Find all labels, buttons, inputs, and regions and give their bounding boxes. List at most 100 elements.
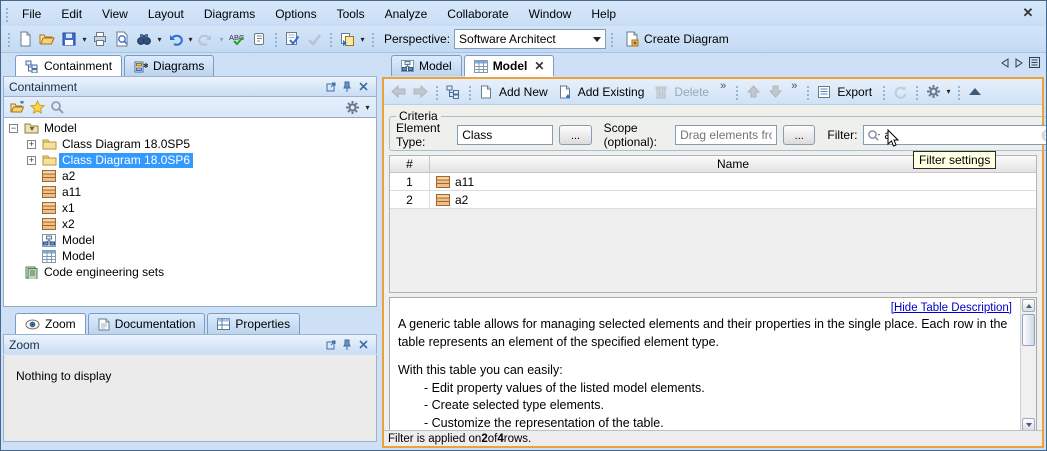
column-header-number[interactable]: # xyxy=(390,156,430,172)
redo-dropdown-icon[interactable]: ▾ xyxy=(217,28,226,50)
menu-view[interactable]: View xyxy=(92,4,138,24)
search-tree-icon[interactable] xyxy=(48,98,66,116)
print-icon[interactable] xyxy=(89,28,111,50)
menu-edit[interactable]: Edit xyxy=(51,4,92,24)
toolbar-overflow-icon[interactable]: » xyxy=(720,79,726,93)
favorites-star-icon[interactable] xyxy=(28,98,46,116)
description-scrollbar[interactable] xyxy=(1020,298,1036,432)
expand-expander-icon[interactable]: + xyxy=(27,156,36,165)
menu-window[interactable]: Window xyxy=(519,4,582,24)
tab-scroll-left-icon[interactable] xyxy=(1001,58,1009,68)
scope-field[interactable] xyxy=(675,125,777,145)
filter-input[interactable] xyxy=(882,128,1041,142)
add-new-icon[interactable] xyxy=(475,81,497,103)
undo-dropdown-icon[interactable]: ▾ xyxy=(186,28,195,50)
menu-collaborate[interactable]: Collaborate xyxy=(437,4,518,24)
menu-diagrams[interactable]: Diagrams xyxy=(194,4,265,24)
menu-help[interactable]: Help xyxy=(581,4,626,24)
toolbar-grip[interactable] xyxy=(881,84,886,100)
hide-table-description-link[interactable]: [Hide Table Description] xyxy=(891,302,1012,314)
collapse-expander-icon[interactable]: − xyxy=(9,124,18,133)
scope-browse-button[interactable]: ... xyxy=(783,125,815,145)
menu-options[interactable]: Options xyxy=(265,4,326,24)
toolbar-grip[interactable] xyxy=(273,31,278,47)
scroll-up-icon[interactable] xyxy=(1022,299,1035,312)
new-project-icon[interactable] xyxy=(14,28,36,50)
menu-analyze[interactable]: Analyze xyxy=(375,4,438,24)
toolbar-overflow-icon[interactable]: » xyxy=(791,79,797,93)
gear-icon[interactable] xyxy=(343,98,361,116)
tab-zoom[interactable]: Zoom xyxy=(15,313,86,334)
toolbar-grip[interactable] xyxy=(609,31,614,47)
tab-diagrams[interactable]: ✱ Diagrams xyxy=(124,55,214,76)
forward-icon[interactable] xyxy=(409,81,431,103)
save-icon[interactable] xyxy=(58,28,80,50)
tree-item-model-table[interactable]: Model xyxy=(4,248,376,264)
clear-filter-icon[interactable] xyxy=(1041,129,1047,142)
export-icon[interactable] xyxy=(813,81,835,103)
toolbar-grip[interactable] xyxy=(370,31,375,47)
tree-item-class-diagram-sp5[interactable]: + Class Diagram 18.0SP5 xyxy=(4,136,376,152)
element-type-browse-button[interactable]: ... xyxy=(559,125,591,145)
scroll-thumb[interactable] xyxy=(1022,314,1035,346)
tab-list-icon[interactable] xyxy=(1029,57,1040,68)
gear-dropdown-icon[interactable]: ▾ xyxy=(944,81,953,103)
gear-icon[interactable] xyxy=(922,81,944,103)
commit-icon[interactable] xyxy=(303,28,325,50)
close-icon[interactable]: ✕ xyxy=(1020,5,1036,21)
tree-item-a11[interactable]: a11 xyxy=(4,184,376,200)
tab-scroll-right-icon[interactable] xyxy=(1015,58,1023,68)
tree-item-model-diagram[interactable]: Model xyxy=(4,232,376,248)
toolbar-grip[interactable] xyxy=(434,84,439,100)
add-new-button[interactable]: Add New xyxy=(499,85,548,99)
tree-item-code-engineering-sets[interactable]: Code engineering sets xyxy=(4,264,376,280)
menu-layout[interactable]: Layout xyxy=(138,4,194,24)
validate-icon[interactable] xyxy=(281,28,303,50)
tree-item-class-diagram-sp6[interactable]: + Class Diagram 18.0SP6 xyxy=(4,152,376,168)
toolbar-grip[interactable] xyxy=(328,31,333,47)
select-in-containment-icon[interactable] xyxy=(442,81,464,103)
find-dropdown-icon[interactable]: ▾ xyxy=(155,28,164,50)
menu-tools[interactable]: Tools xyxy=(327,4,375,24)
move-up-icon[interactable] xyxy=(742,81,764,103)
toolbar-grip[interactable] xyxy=(956,84,961,100)
create-diagram-button[interactable]: Create Diagram xyxy=(617,28,736,50)
filter-search-icon[interactable] xyxy=(867,129,882,142)
tab-model-diagram[interactable]: Model xyxy=(391,55,462,76)
tab-model-table[interactable]: Model ✕ xyxy=(464,55,555,76)
tab-documentation[interactable]: Documentation xyxy=(88,313,206,334)
pin-panel-icon[interactable] xyxy=(339,338,355,352)
toolbar-grip[interactable] xyxy=(734,84,739,100)
toolbar-grip[interactable] xyxy=(6,31,11,47)
notes-icon[interactable] xyxy=(248,28,270,50)
expand-expander-icon[interactable]: + xyxy=(27,140,36,149)
open-element-icon[interactable] xyxy=(8,98,26,116)
toolbar-grip[interactable] xyxy=(4,6,9,22)
toolbar-grip[interactable] xyxy=(467,84,472,100)
tree-item-x1[interactable]: x1 xyxy=(4,200,376,216)
close-panel-icon[interactable] xyxy=(355,338,371,352)
add-existing-button[interactable]: Add Existing xyxy=(578,85,645,99)
toolbar-grip[interactable] xyxy=(914,84,919,100)
tree-item-a2[interactable]: a2 xyxy=(4,168,376,184)
gear-dropdown-icon[interactable]: ▾ xyxy=(363,96,372,118)
collapse-toolbar-icon[interactable] xyxy=(964,81,986,103)
update-dropdown-icon[interactable]: ▾ xyxy=(358,28,367,50)
close-panel-icon[interactable] xyxy=(355,80,371,94)
element-type-field[interactable] xyxy=(457,125,553,145)
float-panel-icon[interactable] xyxy=(323,80,339,94)
perspective-select[interactable]: Software Architect xyxy=(454,29,606,49)
move-down-icon[interactable] xyxy=(764,81,786,103)
update-project-icon[interactable] xyxy=(336,28,358,50)
close-tab-icon[interactable]: ✕ xyxy=(534,59,544,73)
tree-item-x2[interactable]: x2 xyxy=(4,216,376,232)
save-dropdown-icon[interactable]: ▾ xyxy=(80,28,89,50)
undo-icon[interactable] xyxy=(164,28,186,50)
add-existing-icon[interactable] xyxy=(554,81,576,103)
pin-panel-icon[interactable] xyxy=(339,80,355,94)
menu-file[interactable]: File xyxy=(12,4,51,24)
redo-icon[interactable] xyxy=(195,28,217,50)
export-button[interactable]: Export xyxy=(837,85,872,99)
find-icon[interactable] xyxy=(133,28,155,50)
open-project-icon[interactable] xyxy=(36,28,58,50)
